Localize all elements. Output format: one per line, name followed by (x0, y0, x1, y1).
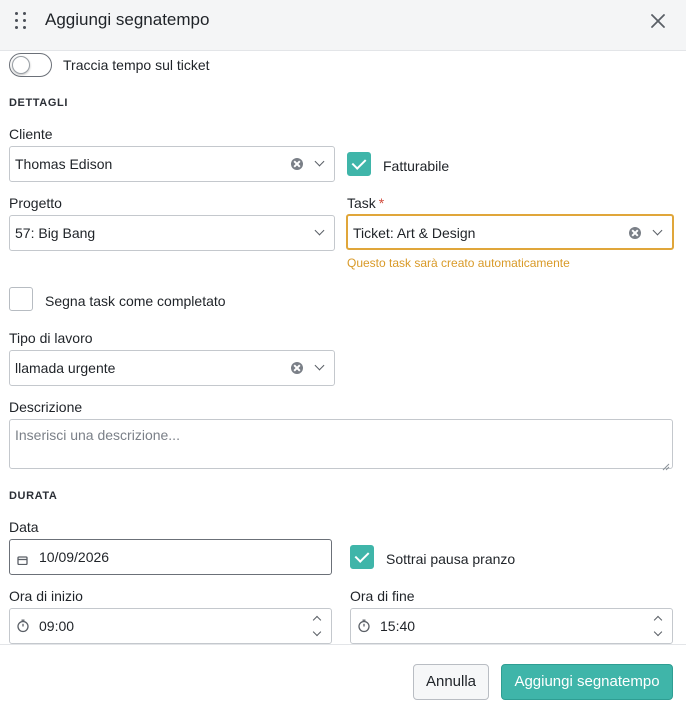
client-label: Cliente (9, 126, 53, 142)
task-label: Task * (347, 195, 384, 211)
start-time-label: Ora di inizio (9, 588, 83, 604)
lunch-break-label: Sottrai pausa pranzo (386, 551, 516, 567)
work-type-select[interactable]: llamada urgente (9, 350, 335, 386)
mark-complete-label: Segna task come completato (45, 293, 226, 309)
dialog-title: Aggiungi segnatempo (45, 10, 210, 29)
description-label: Descrizione (9, 399, 83, 415)
project-select[interactable]: 57: Big Bang (9, 215, 335, 251)
task-select[interactable]: Ticket: Art & Design (346, 214, 674, 250)
chevron-down-icon[interactable] (652, 225, 663, 236)
work-type-value: llamada urgente (15, 360, 116, 376)
date-input[interactable]: 10/09/2026 (9, 539, 332, 575)
date-label: Data (9, 519, 39, 535)
task-label-text: Task (347, 195, 376, 211)
billable-checkbox[interactable] (347, 152, 371, 176)
duration-section-title: DURATA (9, 490, 58, 502)
work-type-label: Tipo di lavoro (9, 330, 93, 346)
client-value: Thomas Edison (15, 156, 113, 172)
mark-complete-checkbox[interactable] (9, 287, 33, 311)
end-time-input[interactable]: 15:40 (350, 608, 673, 644)
clear-icon[interactable] (629, 227, 641, 239)
date-value: 10/09/2026 (39, 549, 110, 565)
spin-up-icon[interactable] (312, 615, 322, 625)
project-label: Progetto (9, 195, 62, 211)
clock-icon (357, 619, 371, 633)
calendar-icon (17, 552, 28, 566)
billable-label: Fatturabile (383, 158, 450, 174)
clear-icon[interactable] (291, 158, 303, 170)
track-time-label: Traccia tempo sul ticket (63, 57, 210, 73)
description-textarea[interactable] (9, 419, 673, 469)
end-time-value: 15:40 (380, 618, 416, 634)
details-section-title: DETTAGLI (9, 97, 68, 109)
dialog-footer: Annulla Aggiungi segnatempo (0, 644, 686, 707)
track-time-toggle[interactable] (9, 53, 52, 77)
clear-icon[interactable] (291, 362, 303, 374)
start-time-value: 09:00 (39, 618, 75, 634)
required-mark: * (378, 195, 385, 211)
toggle-knob (12, 56, 30, 74)
task-value: Ticket: Art & Design (353, 225, 476, 241)
spin-down-icon[interactable] (653, 627, 663, 637)
cancel-button[interactable]: Annulla (413, 664, 489, 700)
project-value: 57: Big Bang (15, 225, 96, 241)
spin-up-icon[interactable] (653, 615, 663, 625)
resize-grip-icon[interactable] (662, 458, 670, 471)
clock-icon (16, 619, 30, 633)
end-time-label: Ora di fine (350, 588, 415, 604)
spin-down-icon[interactable] (312, 627, 322, 637)
dialog-header: Aggiungi segnatempo (0, 0, 686, 51)
lunch-break-checkbox[interactable] (350, 545, 374, 569)
client-select[interactable]: Thomas Edison (9, 146, 335, 182)
close-icon[interactable] (648, 11, 668, 31)
add-timesheet-button[interactable]: Aggiungi segnatempo (501, 664, 673, 700)
task-hint: Questo task sarà creato automaticamente (347, 256, 570, 270)
chevron-down-icon[interactable] (314, 156, 325, 167)
chevron-down-icon[interactable] (314, 360, 325, 371)
chevron-down-icon[interactable] (314, 225, 325, 236)
start-time-input[interactable]: 09:00 (9, 608, 332, 644)
drag-handle-icon[interactable] (14, 11, 28, 31)
